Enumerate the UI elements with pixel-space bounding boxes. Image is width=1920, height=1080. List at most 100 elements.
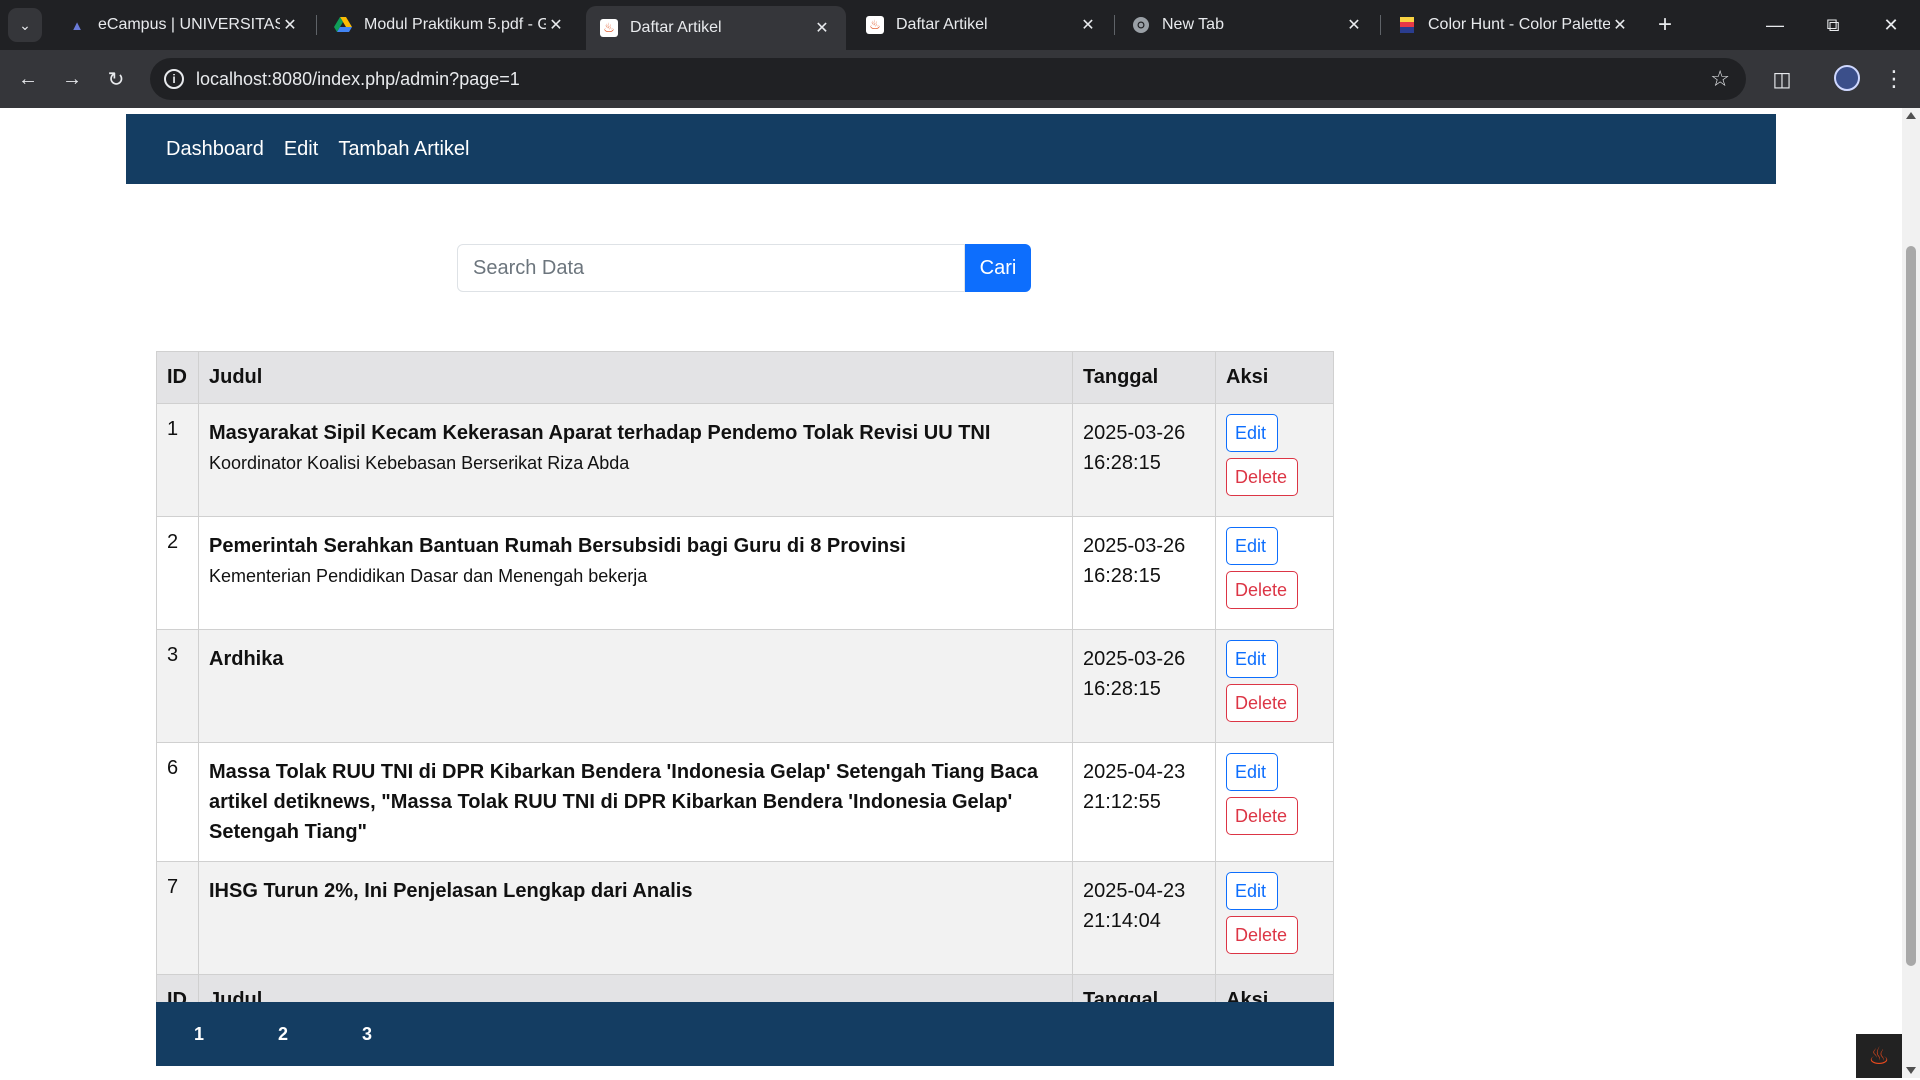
article-title: Massa Tolak RUU TNI di DPR Kibarkan Bend… bbox=[209, 761, 1038, 843]
article-time: 16:28:15 bbox=[1083, 565, 1161, 587]
table-row: 6 Massa Tolak RUU TNI di DPR Kibarkan Be… bbox=[156, 742, 1334, 862]
header-tanggal: Tanggal bbox=[1072, 351, 1216, 404]
cell-id: 6 bbox=[156, 742, 199, 862]
page-viewport: Dashboard Edit Tambah Artikel Cari ID Ju… bbox=[0, 108, 1902, 1078]
cell-judul: Ardhika bbox=[198, 629, 1073, 743]
edit-button[interactable]: Edit bbox=[1226, 527, 1278, 565]
cell-aksi: Edit Delete bbox=[1215, 516, 1334, 630]
codeigniter-icon: ♨ bbox=[866, 16, 884, 34]
article-title: Masyarakat Sipil Kecam Kekerasan Aparat … bbox=[209, 422, 991, 444]
cell-judul: Pemerintah Serahkan Bantuan Rumah Bersub… bbox=[198, 516, 1073, 630]
article-title: IHSG Turun 2%, Ini Penjelasan Lengkap da… bbox=[209, 880, 693, 902]
new-tab-plus-icon[interactable]: + bbox=[1650, 10, 1680, 40]
edit-button[interactable]: Edit bbox=[1226, 640, 1278, 678]
article-date: 2025-03-26 bbox=[1083, 422, 1186, 444]
close-icon[interactable]: ✕ bbox=[812, 18, 832, 38]
cell-judul: Massa Tolak RUU TNI di DPR Kibarkan Bend… bbox=[198, 742, 1073, 862]
table-header-row: ID Judul Tanggal Aksi bbox=[156, 351, 1334, 404]
search-submit-button[interactable]: Cari bbox=[965, 244, 1031, 292]
article-time: 16:28:15 bbox=[1083, 452, 1161, 474]
delete-button[interactable]: Delete bbox=[1226, 684, 1298, 722]
bookmark-star-icon[interactable]: ☆ bbox=[1710, 66, 1730, 92]
cell-tanggal: 2025-04-23 21:12:55 bbox=[1072, 742, 1216, 862]
scrollbar-thumb[interactable] bbox=[1906, 246, 1916, 966]
table-row: 3 Ardhika 2025-03-26 16:28:15 Edit Delet… bbox=[156, 629, 1334, 743]
cell-id: 1 bbox=[156, 403, 199, 517]
table-row: 7 IHSG Turun 2%, Ini Penjelasan Lengkap … bbox=[156, 861, 1334, 975]
tab-new-tab[interactable]: New Tab ✕ bbox=[1118, 7, 1378, 43]
delete-button[interactable]: Delete bbox=[1226, 916, 1298, 954]
nav-tambah-artikel-link[interactable]: Tambah Artikel bbox=[338, 138, 469, 161]
cell-judul: IHSG Turun 2%, Ini Penjelasan Lengkap da… bbox=[198, 861, 1073, 975]
pagination: 1 2 3 bbox=[156, 1002, 1334, 1066]
edit-button[interactable]: Edit bbox=[1226, 414, 1278, 452]
admin-navbar: Dashboard Edit Tambah Artikel bbox=[126, 114, 1776, 184]
forward-arrow-icon[interactable]: → bbox=[56, 63, 88, 95]
page-link-2[interactable]: 2 bbox=[278, 1024, 288, 1045]
nav-edit-link[interactable]: Edit bbox=[284, 138, 318, 161]
article-date: 2025-03-26 bbox=[1083, 535, 1186, 557]
tab-modul-praktikum[interactable]: Modul Praktikum 5.pdf - G ✕ bbox=[320, 7, 580, 43]
kebab-menu-icon[interactable]: ⋮ bbox=[1880, 63, 1908, 95]
cell-tanggal: 2025-04-23 21:14:04 bbox=[1072, 861, 1216, 975]
close-icon[interactable]: ✕ bbox=[546, 15, 566, 35]
tab-title: New Tab bbox=[1162, 16, 1224, 33]
table-row: 1 Masyarakat Sipil Kecam Kekerasan Apara… bbox=[156, 403, 1334, 517]
tab-search-chevron-icon[interactable]: ⌄ bbox=[8, 8, 42, 42]
header-aksi: Aksi bbox=[1215, 351, 1334, 404]
table-row: 2 Pemerintah Serahkan Bantuan Rumah Bers… bbox=[156, 516, 1334, 630]
colorhunt-icon bbox=[1398, 16, 1416, 34]
profile-avatar[interactable] bbox=[1834, 65, 1860, 91]
cell-aksi: Edit Delete bbox=[1215, 629, 1334, 743]
close-icon[interactable]: ✕ bbox=[280, 15, 300, 35]
close-icon[interactable]: ✕ bbox=[1078, 15, 1098, 35]
edit-button[interactable]: Edit bbox=[1226, 753, 1278, 791]
reload-icon[interactable]: ↻ bbox=[100, 63, 132, 95]
codeigniter-debug-toolbar-icon[interactable]: ♨ bbox=[1856, 1034, 1902, 1078]
delete-button[interactable]: Delete bbox=[1226, 797, 1298, 835]
tab-daftar-artikel[interactable]: ♨ Daftar Artikel ✕ bbox=[852, 7, 1112, 43]
minimize-icon[interactable]: — bbox=[1746, 0, 1804, 50]
article-time: 21:12:55 bbox=[1083, 791, 1161, 813]
cell-aksi: Edit Delete bbox=[1215, 742, 1334, 862]
article-date: 2025-04-23 bbox=[1083, 880, 1186, 902]
search-input[interactable] bbox=[457, 244, 965, 292]
tab-separator bbox=[1114, 15, 1115, 35]
extensions-puzzle-icon[interactable]: ◫ bbox=[1766, 63, 1798, 95]
back-arrow-icon[interactable]: ← bbox=[12, 63, 44, 95]
article-summary: Kementerian Pendidikan Dasar dan Menenga… bbox=[209, 566, 648, 586]
window-close-icon[interactable]: ✕ bbox=[1862, 0, 1920, 50]
header-id: ID bbox=[156, 351, 199, 404]
scroll-up-arrow-icon[interactable] bbox=[1906, 112, 1916, 119]
article-date: 2025-03-26 bbox=[1083, 648, 1186, 670]
articles-table: ID Judul Tanggal Aksi 1 Masyarakat Sipil… bbox=[156, 351, 1334, 1027]
cell-id: 7 bbox=[156, 861, 199, 975]
scroll-down-arrow-icon[interactable] bbox=[1906, 1067, 1916, 1074]
restore-icon[interactable]: ⧉ bbox=[1804, 0, 1862, 50]
cell-judul: Masyarakat Sipil Kecam Kekerasan Aparat … bbox=[198, 403, 1073, 517]
drive-icon bbox=[334, 16, 352, 34]
delete-button[interactable]: Delete bbox=[1226, 458, 1298, 496]
cell-aksi: Edit Delete bbox=[1215, 861, 1334, 975]
tab-color-hunt[interactable]: Color Hunt - Color Palettes ✕ bbox=[1384, 7, 1644, 43]
tab-title: Daftar Artikel bbox=[896, 16, 988, 33]
delete-button[interactable]: Delete bbox=[1226, 571, 1298, 609]
close-icon[interactable]: ✕ bbox=[1610, 15, 1630, 35]
close-icon[interactable]: ✕ bbox=[1344, 15, 1364, 35]
site-info-icon[interactable]: i bbox=[164, 69, 184, 89]
tab-daftar-artikel-active[interactable]: ♨ Daftar Artikel ✕ bbox=[586, 6, 846, 50]
browser-tab-bar: ⌄ ▲ eCampus | UNIVERSITAS PE ✕ Modul Pra… bbox=[0, 0, 1920, 50]
page-link-1[interactable]: 1 bbox=[194, 1024, 204, 1045]
article-time: 16:28:15 bbox=[1083, 678, 1161, 700]
page-scrollbar[interactable] bbox=[1902, 108, 1920, 1078]
article-date: 2025-04-23 bbox=[1083, 761, 1186, 783]
edit-button[interactable]: Edit bbox=[1226, 872, 1278, 910]
address-bar[interactable]: i localhost:8080/index.php/admin?page=1 … bbox=[150, 58, 1746, 100]
nav-dashboard-link[interactable]: Dashboard bbox=[166, 138, 264, 161]
address-url[interactable]: localhost:8080/index.php/admin?page=1 bbox=[196, 69, 520, 90]
tab-title: eCampus | UNIVERSITAS PE bbox=[98, 16, 280, 33]
page-link-3[interactable]: 3 bbox=[362, 1024, 372, 1045]
tab-separator bbox=[1380, 15, 1381, 35]
tab-ecampus[interactable]: ▲ eCampus | UNIVERSITAS PE ✕ bbox=[54, 7, 314, 43]
header-judul: Judul bbox=[198, 351, 1073, 404]
